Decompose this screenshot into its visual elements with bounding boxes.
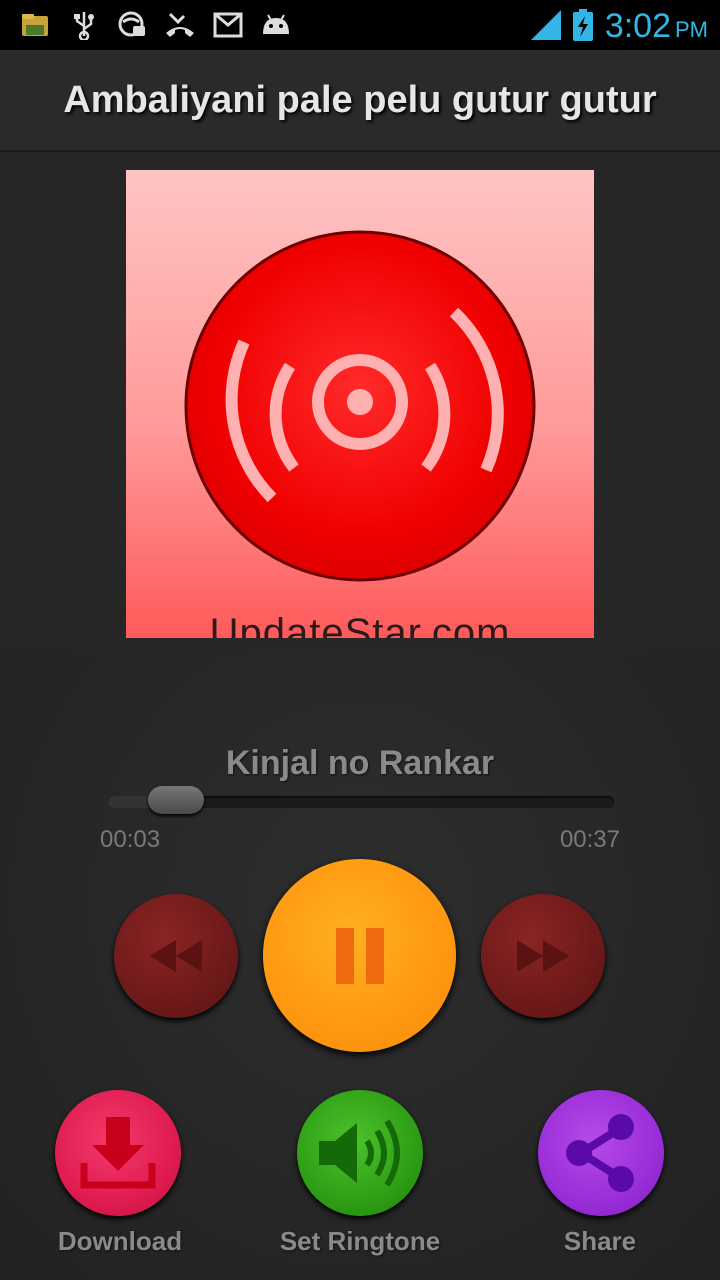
current-time: 00:03 xyxy=(100,826,161,853)
seek-bar[interactable] xyxy=(108,786,614,814)
download-icon xyxy=(80,1117,156,1189)
album-area: UpdateStar.com xyxy=(0,152,720,650)
download-button[interactable] xyxy=(55,1090,181,1216)
share-label: Share xyxy=(563,1226,637,1256)
speaker-icon xyxy=(319,1119,400,1187)
album-art: UpdateStar.com xyxy=(126,170,594,638)
track-title: Kinjal no Rankar xyxy=(225,744,495,782)
clock: 3:02 PM xyxy=(604,7,708,45)
missed-call-icon xyxy=(164,10,196,40)
rewind-button[interactable] xyxy=(114,894,238,1018)
file-manager-icon xyxy=(20,10,52,40)
set-ringtone-label: Set Ringtone xyxy=(279,1226,441,1256)
pause-icon xyxy=(335,927,384,984)
album-watermark: UpdateStar.com xyxy=(209,611,511,638)
download-label: Download xyxy=(57,1226,183,1256)
battery-charging-icon xyxy=(572,9,594,41)
share-icon xyxy=(566,1114,634,1192)
fast-forward-icon xyxy=(517,940,569,972)
set-ringtone-button[interactable] xyxy=(297,1090,423,1216)
title-bar: Ambaliyani pale pelu gutur gutur xyxy=(0,50,720,152)
pause-button[interactable] xyxy=(263,859,456,1052)
gmail-icon xyxy=(212,10,244,40)
status-bar: 3:02 PM xyxy=(0,0,720,50)
android-icon xyxy=(260,10,292,40)
browser-icon xyxy=(116,10,148,40)
signal-icon xyxy=(528,10,564,40)
page-title: Ambaliyani pale pelu gutur gutur xyxy=(63,78,657,121)
rewind-icon xyxy=(150,940,202,972)
usb-icon xyxy=(70,10,98,40)
player-panel: Kinjal no Rankar 00:03 00:37 Download Se… xyxy=(0,650,720,1280)
seek-thumb[interactable] xyxy=(148,786,204,814)
share-button[interactable] xyxy=(538,1090,664,1216)
disc-icon xyxy=(184,230,536,582)
fast-forward-button[interactable] xyxy=(481,894,605,1018)
total-time: 00:37 xyxy=(559,826,620,853)
